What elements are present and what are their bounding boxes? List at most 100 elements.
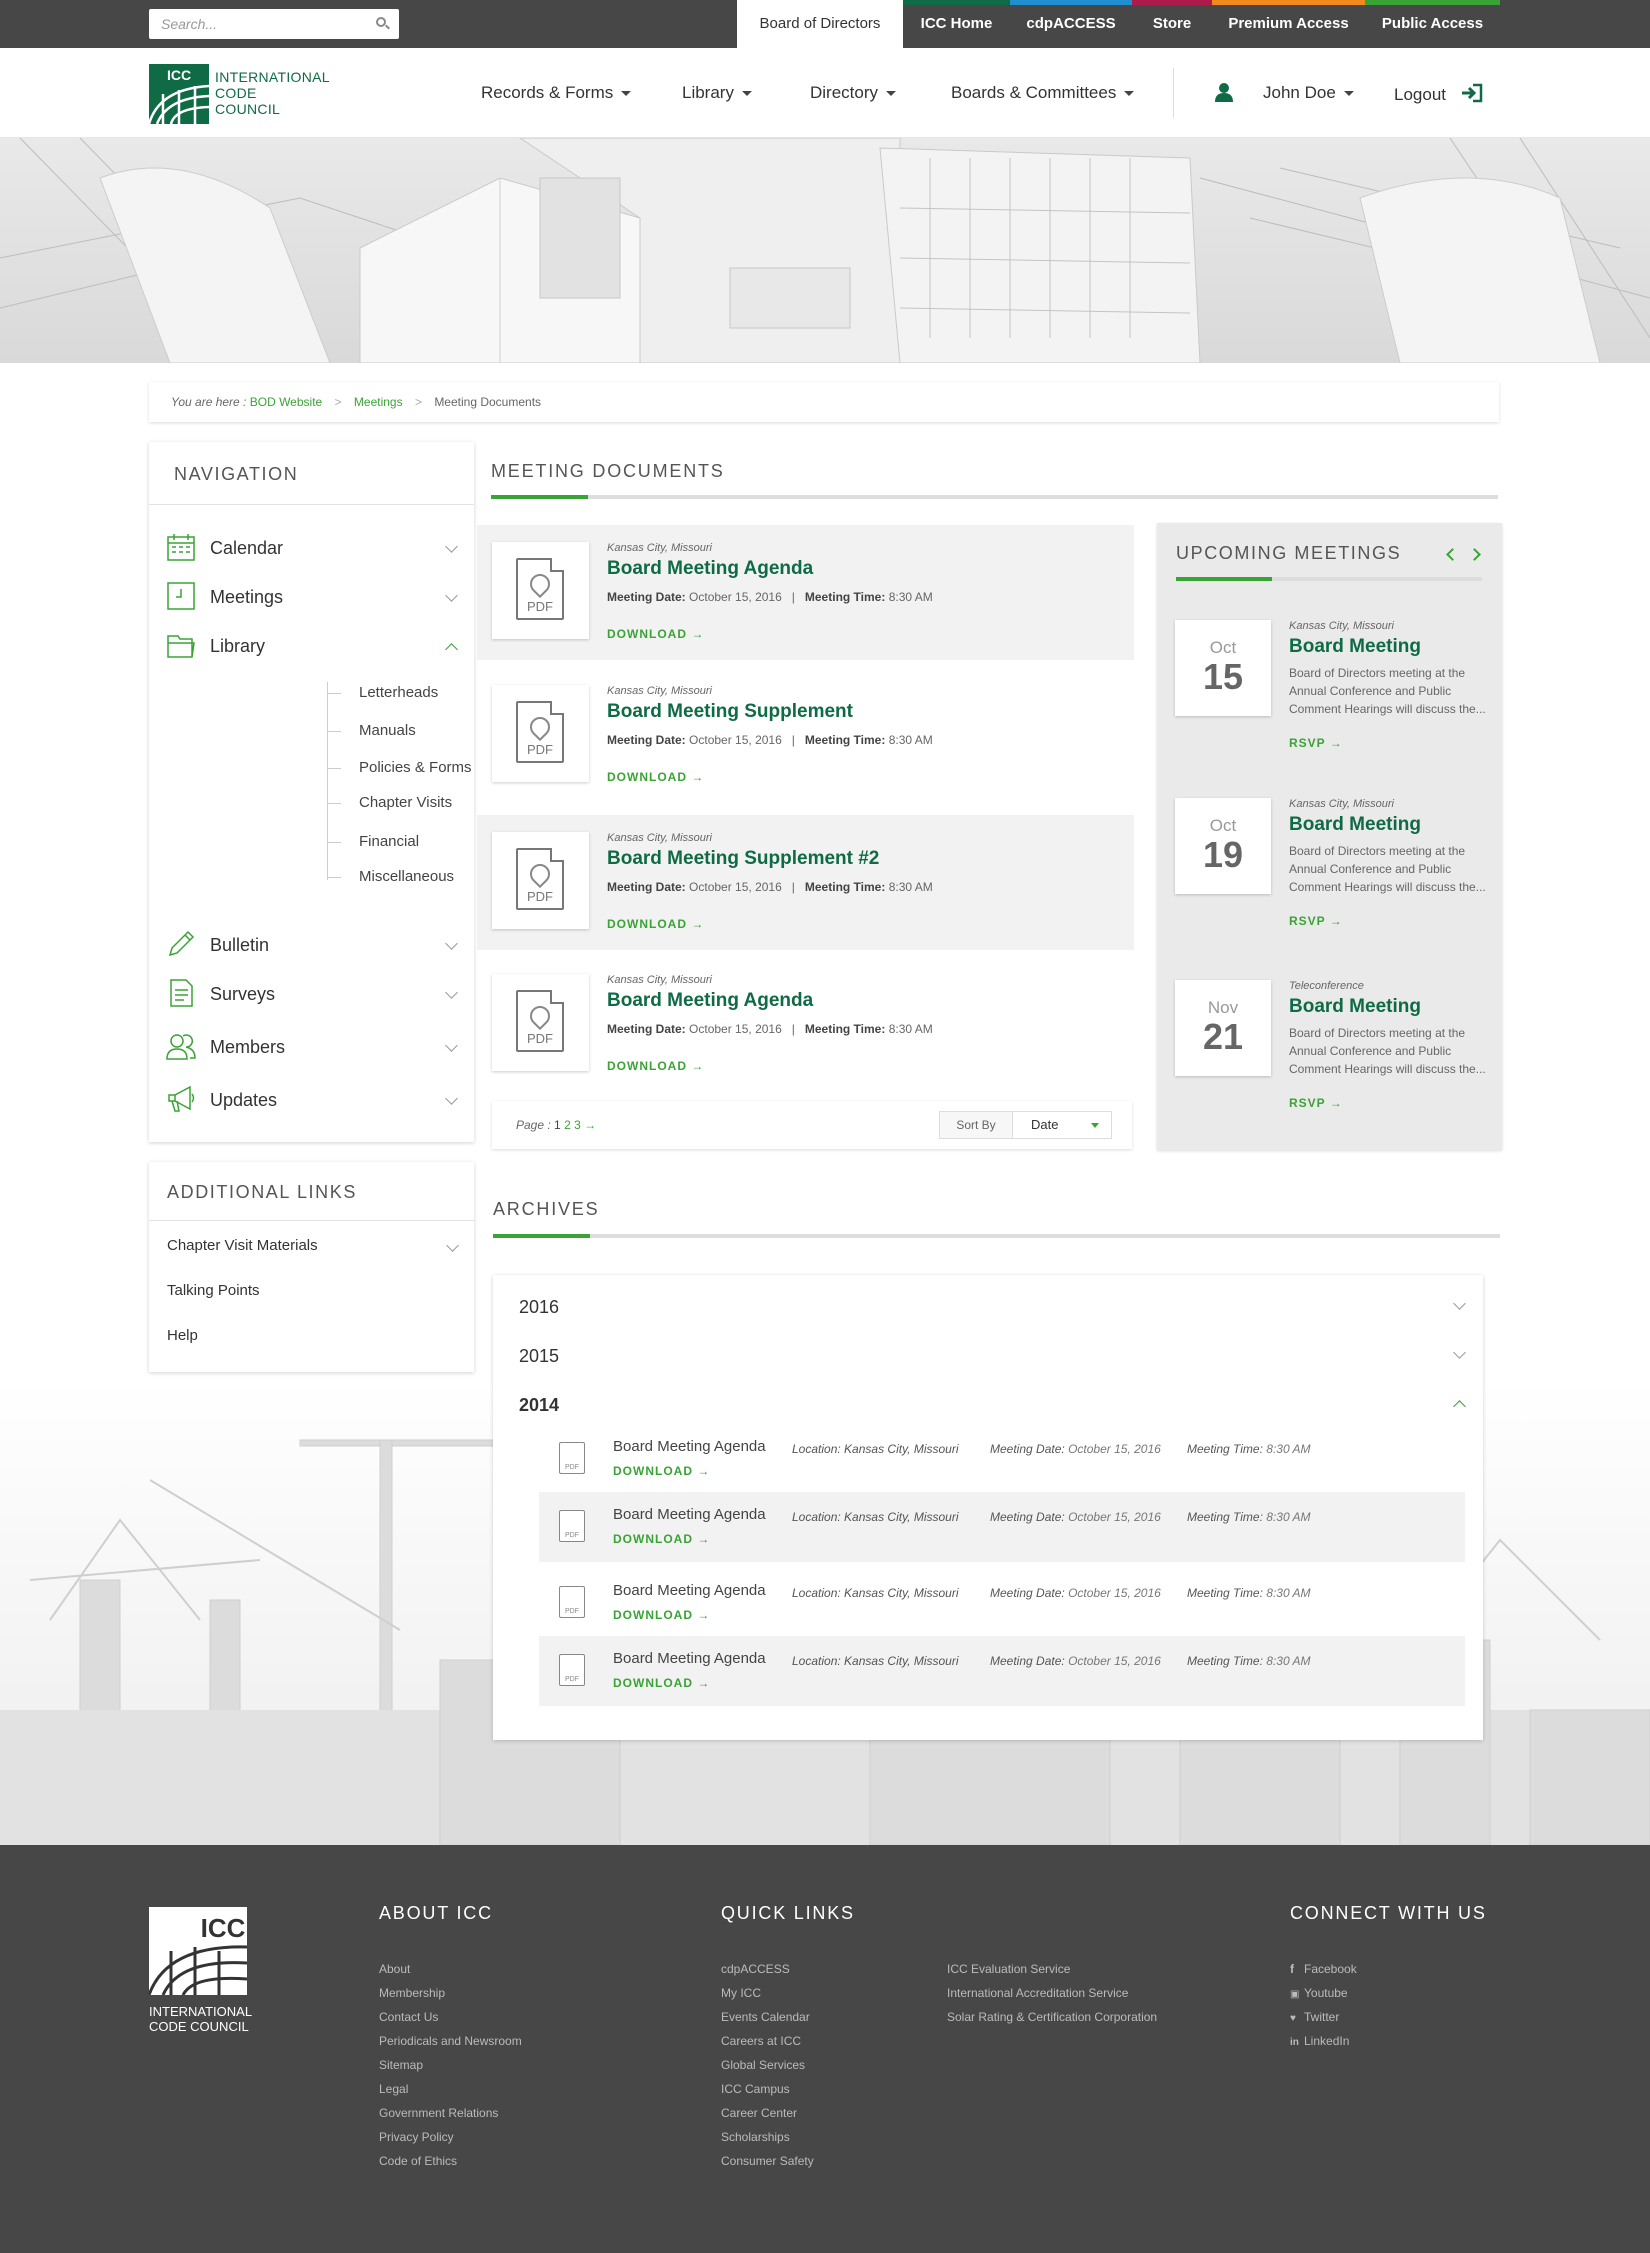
library-sub-policies-forms[interactable]: Policies & Forms [359, 759, 472, 776]
footer-logo[interactable]: ICC INTERNATIONAL CODE COUNCIL [147, 1907, 252, 2037]
rsvp-link[interactable]: RSVP → [1289, 736, 1343, 750]
top-link-public-access[interactable]: Public Access [1365, 0, 1500, 48]
sidebar-item-calendar[interactable]: Calendar [166, 532, 458, 566]
next-arrow-icon[interactable] [1468, 548, 1481, 561]
sidebar-item-meetings[interactable]: Meetings [166, 581, 458, 615]
archive-doc-title[interactable]: Board Meeting Agenda [613, 1582, 766, 1599]
archive-year-2016[interactable]: 2016 [519, 1297, 1466, 1318]
user-menu[interactable]: John Doe [1263, 83, 1354, 103]
doc-title[interactable]: Board Meeting Supplement #2 [607, 848, 879, 870]
meeting-title[interactable]: Board Meeting [1289, 814, 1421, 836]
sidebar-item-surveys[interactable]: Surveys [166, 978, 458, 1012]
footer-link[interactable]: ICC Evaluation Service [947, 1962, 1070, 1976]
download-link[interactable]: DOWNLOAD → [607, 917, 704, 931]
download-link[interactable]: DOWNLOAD → [607, 627, 704, 641]
archive-year-2015[interactable]: 2015 [519, 1346, 1466, 1367]
doc-title[interactable]: Board Meeting Agenda [607, 558, 813, 580]
breadcrumb-bod-website[interactable]: BOD Website [250, 395, 322, 409]
download-link[interactable]: DOWNLOAD → [607, 1059, 704, 1073]
footer-link[interactable]: International Accreditation Service [947, 1986, 1128, 2000]
footer-link[interactable]: About [379, 1962, 410, 1976]
sidebar-item-updates[interactable]: Updates [166, 1084, 458, 1118]
sidebar-item-bulletin[interactable]: Bulletin [166, 929, 458, 963]
footer-link[interactable]: Global Services [721, 2058, 805, 2072]
social-linkedin[interactable]: in LinkedIn [1290, 2034, 1349, 2048]
footer-link[interactable]: Membership [379, 1986, 445, 2000]
download-link[interactable]: DOWNLOAD → [613, 1676, 710, 1690]
sidebar-item-library[interactable]: Library [166, 630, 458, 664]
meeting-title[interactable]: Board Meeting [1289, 996, 1421, 1018]
logout-button[interactable]: Logout [1394, 83, 1483, 108]
doc-title[interactable]: Board Meeting Supplement [607, 701, 853, 723]
meeting-title[interactable]: Board Meeting [1289, 636, 1421, 658]
download-link[interactable]: DOWNLOAD → [613, 1608, 710, 1622]
pdf-file-icon[interactable]: PDF [492, 974, 589, 1071]
sidebar-item-members[interactable]: Members [166, 1031, 458, 1065]
search-input[interactable] [149, 9, 399, 39]
library-sub-letterheads[interactable]: Letterheads [359, 684, 438, 701]
download-link[interactable]: DOWNLOAD → [613, 1464, 710, 1478]
breadcrumb-meetings[interactable]: Meetings [354, 395, 403, 409]
sort-select[interactable]: Date [1012, 1111, 1112, 1139]
library-sub-chapter-visits[interactable]: Chapter Visits [359, 794, 452, 811]
next-page-arrow[interactable]: → [584, 1118, 596, 1132]
page-2[interactable]: 2 [564, 1118, 571, 1132]
footer-link[interactable]: cdpACCESS [721, 1962, 790, 1976]
rsvp-link[interactable]: RSVP → [1289, 914, 1343, 928]
page-3[interactable]: 3 [574, 1118, 581, 1132]
footer-link[interactable]: My ICC [721, 1986, 761, 2000]
archive-doc-title[interactable]: Board Meeting Agenda [613, 1506, 766, 1523]
pdf-file-icon[interactable]: PDF [559, 1654, 585, 1686]
download-link[interactable]: DOWNLOAD → [613, 1532, 710, 1546]
link-chapter-visit-materials[interactable]: Chapter Visit Materials [167, 1237, 459, 1254]
nav-records-forms[interactable]: Records & Forms [481, 83, 632, 103]
search-icon[interactable] [376, 17, 386, 27]
pdf-file-icon[interactable]: PDF [492, 832, 589, 929]
prev-arrow-icon[interactable] [1446, 548, 1459, 561]
nav-boards-committees[interactable]: Boards & Committees [951, 83, 1135, 103]
library-sub-miscellaneous[interactable]: Miscellaneous [359, 868, 454, 885]
rsvp-link[interactable]: RSVP → [1289, 1096, 1343, 1110]
page-1[interactable]: 1 [554, 1118, 561, 1132]
library-sub-manuals[interactable]: Manuals [359, 722, 416, 739]
footer-link[interactable]: Solar Rating & Certification Corporation [947, 2010, 1157, 2024]
time-value: 8:30 AM [888, 590, 933, 604]
top-link-cdpaccess[interactable]: cdpACCESS [1010, 0, 1132, 48]
footer-link[interactable]: Government Relations [379, 2106, 498, 2120]
top-link-store[interactable]: Store [1132, 0, 1212, 48]
footer-link[interactable]: Periodicals and Newsroom [379, 2034, 522, 2048]
archive-year-2014[interactable]: 2014 [519, 1395, 1466, 1416]
pdf-file-icon[interactable]: PDF [492, 542, 589, 639]
download-link[interactable]: DOWNLOAD → [607, 770, 704, 784]
footer-link[interactable]: Careers at ICC [721, 2034, 801, 2048]
library-sub-financial[interactable]: Financial [359, 833, 419, 850]
footer-link[interactable]: Events Calendar [721, 2010, 810, 2024]
footer-link[interactable]: Code of Ethics [379, 2154, 457, 2168]
footer-link[interactable]: Consumer Safety [721, 2154, 814, 2168]
footer-link[interactable]: Privacy Policy [379, 2130, 454, 2144]
footer-link[interactable]: Contact Us [379, 2010, 438, 2024]
nav-directory[interactable]: Directory [810, 83, 897, 103]
link-talking-points[interactable]: Talking Points [167, 1282, 260, 1299]
pdf-file-icon[interactable]: PDF [559, 1586, 585, 1618]
footer-link[interactable]: ICC Campus [721, 2082, 790, 2096]
footer-link[interactable]: Scholarships [721, 2130, 790, 2144]
pdf-file-icon[interactable]: PDF [559, 1510, 585, 1542]
social-twitter[interactable]: ♥ Twitter [1290, 2010, 1339, 2024]
pdf-file-icon[interactable]: PDF [492, 685, 589, 782]
archive-doc-title[interactable]: Board Meeting Agenda [613, 1650, 766, 1667]
pdf-file-icon[interactable]: PDF [559, 1442, 585, 1474]
nav-library[interactable]: Library [682, 83, 752, 103]
doc-title[interactable]: Board Meeting Agenda [607, 990, 813, 1012]
top-link-board-of-directors[interactable]: Board of Directors [737, 0, 903, 48]
link-help[interactable]: Help [167, 1327, 198, 1344]
footer-link[interactable]: Career Center [721, 2106, 797, 2120]
top-link-icc-home[interactable]: ICC Home [903, 0, 1010, 48]
archive-doc-title[interactable]: Board Meeting Agenda [613, 1438, 766, 1455]
top-link-premium-access[interactable]: Premium Access [1212, 0, 1365, 48]
social-facebook[interactable]: f Facebook [1290, 1962, 1357, 1976]
icc-logo[interactable]: ICC INTERNATIONAL CODE COUNCIL [149, 64, 330, 126]
footer-link[interactable]: Sitemap [379, 2058, 423, 2072]
social-youtube[interactable]: ▣ Youtube [1290, 1986, 1348, 2000]
footer-link[interactable]: Legal [379, 2082, 408, 2096]
